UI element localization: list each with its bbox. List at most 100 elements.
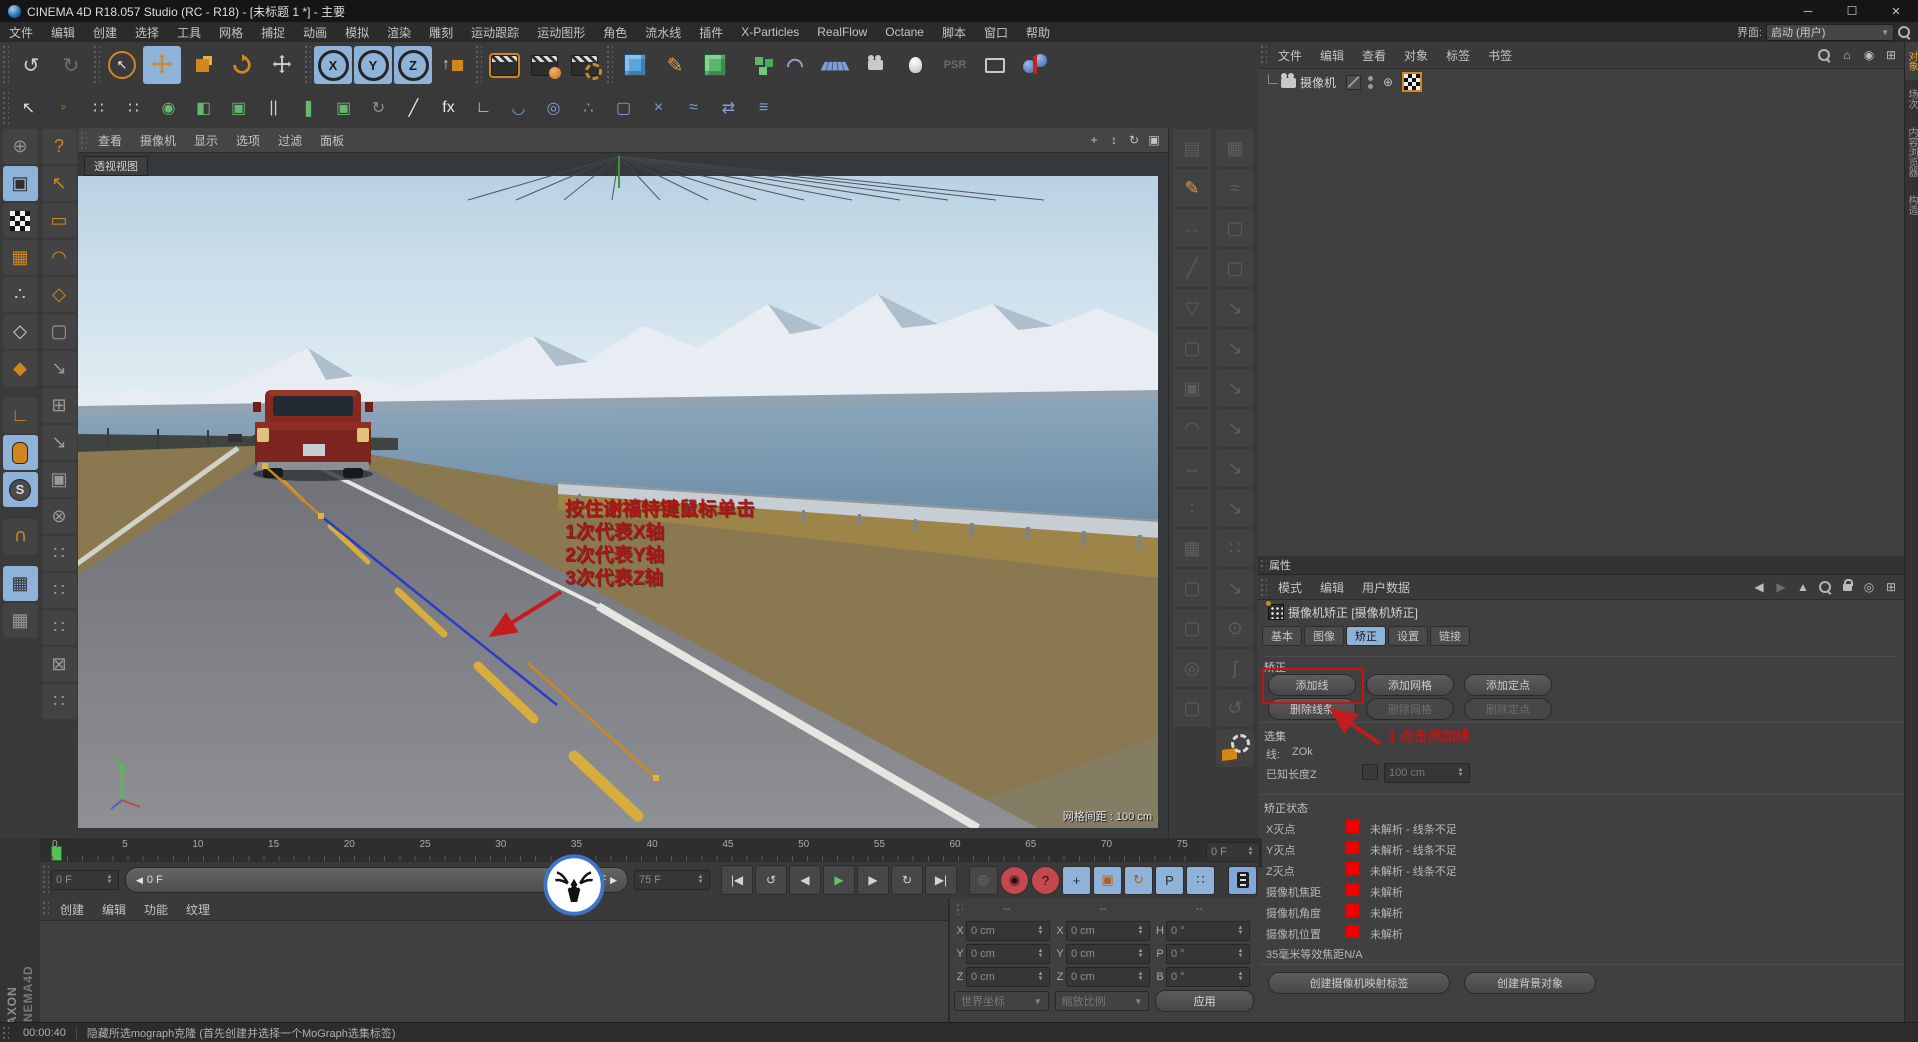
disabled-tool-icon[interactable]: ↘ bbox=[41, 425, 77, 460]
x-axis-lock-button[interactable]: X bbox=[314, 46, 352, 84]
material-menu-item[interactable]: 功能 bbox=[135, 901, 177, 918]
crosshair-icon[interactable]: ⊕ bbox=[1379, 73, 1397, 91]
add-cube-button[interactable] bbox=[616, 46, 654, 84]
texture-mode-icon[interactable] bbox=[2, 203, 38, 238]
disabled-tool-icon[interactable]: ◎ bbox=[1173, 649, 1211, 687]
y-axis-lock-button[interactable]: Y bbox=[354, 46, 392, 84]
palette-grip[interactable] bbox=[93, 45, 100, 85]
dot-sequence-icon[interactable]: ∷ bbox=[82, 92, 115, 125]
palette-grip[interactable] bbox=[475, 45, 482, 85]
coordinate-field[interactable]: 0 cm ▲ ▼ bbox=[1066, 944, 1150, 964]
subdivision-surface-button[interactable] bbox=[696, 46, 734, 84]
menu-item[interactable]: 脚本 bbox=[933, 24, 975, 41]
coordinate-field[interactable]: 0 ° ▲ ▼ bbox=[1166, 967, 1250, 987]
attributes-tab[interactable]: 图像 bbox=[1304, 626, 1344, 646]
known-length-checkbox[interactable] bbox=[1362, 764, 1378, 780]
bend-deformer-button[interactable]: ◠ bbox=[776, 46, 814, 84]
disabled-tool-icon[interactable]: ▤ bbox=[1173, 129, 1211, 167]
mode-icon[interactable] bbox=[3, 388, 38, 396]
disabled-tool-icon[interactable]: ▣ bbox=[1173, 369, 1211, 407]
frame-field[interactable]: 0 F ▲ ▼ bbox=[51, 870, 119, 890]
disabled-tool-icon[interactable]: ▦ bbox=[1216, 129, 1254, 167]
light-button[interactable] bbox=[896, 46, 934, 84]
known-length-field[interactable]: 100 cm ▲ ▼ bbox=[1384, 763, 1470, 783]
spinner-icon[interactable]: ▲ ▼ bbox=[105, 874, 114, 885]
disabled-tool-icon[interactable]: ↘ bbox=[1216, 289, 1254, 327]
dock-tab[interactable]: 构造 bbox=[1905, 186, 1918, 224]
python-icon[interactable]: ≈ bbox=[677, 92, 710, 125]
undo-button[interactable]: ↺ bbox=[12, 46, 50, 84]
menu-item[interactable]: 工具 bbox=[168, 24, 210, 41]
ring-icon[interactable]: ◎ bbox=[537, 92, 570, 125]
menu-item[interactable]: 窗口 bbox=[975, 24, 1017, 41]
spinner-icon[interactable]: ▲ ▼ bbox=[1246, 846, 1255, 857]
lock-icon[interactable] bbox=[1838, 578, 1856, 596]
disabled-tool-icon[interactable]: ∷ bbox=[41, 573, 77, 608]
disabled-tool-icon[interactable]: ⊙ bbox=[1216, 609, 1254, 647]
coordinate-field[interactable]: 0 cm ▲ ▼ bbox=[1066, 967, 1150, 987]
disabled-tool-icon[interactable]: ∶ bbox=[1173, 489, 1211, 527]
scale-tool-button[interactable] bbox=[183, 46, 221, 84]
disabled-tool-icon[interactable]: ▢ bbox=[1216, 209, 1254, 247]
object-manager-menu-item[interactable]: 编辑 bbox=[1311, 47, 1353, 64]
disabled-tool-icon[interactable]: ↘ bbox=[1216, 569, 1254, 607]
minimize-button[interactable]: ─ bbox=[1786, 0, 1830, 22]
polygon-selection-icon[interactable]: ◇ bbox=[41, 277, 77, 312]
scale-mode-select[interactable]: 缩放比例 ▼ bbox=[1054, 991, 1150, 1011]
key-pla-button[interactable]: ∷ bbox=[1186, 865, 1215, 895]
disabled-tool-icon[interactable]: ↘ bbox=[1216, 369, 1254, 407]
lasso-selection-icon[interactable]: ◠ bbox=[41, 240, 77, 275]
dock-tab[interactable]: 场次 bbox=[1905, 80, 1918, 118]
viewport-menu-item[interactable]: 摄像机 bbox=[131, 132, 185, 149]
disabled-tool-icon[interactable]: ▣ bbox=[41, 462, 77, 497]
spinner-icon[interactable]: ▲ ▼ bbox=[1456, 767, 1465, 778]
attributes-menu-item[interactable]: 用户数据 bbox=[1353, 579, 1419, 596]
mode-icon[interactable] bbox=[3, 556, 38, 564]
auto-switch-icon[interactable]: ◦ bbox=[47, 92, 80, 125]
delete-pin-button[interactable]: 删除定点 bbox=[1464, 698, 1552, 720]
menu-item[interactable]: 运动跟踪 bbox=[462, 24, 528, 41]
help-icon[interactable]: ? bbox=[41, 129, 77, 164]
render-view-button[interactable] bbox=[485, 46, 523, 84]
attributes-tab[interactable]: 设置 bbox=[1388, 626, 1428, 646]
last-tool-button[interactable] bbox=[263, 46, 301, 84]
display-tag-button[interactable] bbox=[976, 46, 1014, 84]
menu-item[interactable]: 选择 bbox=[126, 24, 168, 41]
palette-grip[interactable] bbox=[1260, 45, 1267, 65]
viewport-label[interactable]: 透视视图 bbox=[84, 156, 148, 176]
scatter-icon[interactable]: ∴ bbox=[572, 92, 605, 125]
menu-item[interactable]: 编辑 bbox=[42, 24, 84, 41]
disabled-tool-icon[interactable]: ▢ bbox=[1173, 329, 1211, 367]
play-mode-button[interactable]: ↻ bbox=[891, 865, 923, 895]
coordinate-field[interactable]: 0 ° ▲ ▼ bbox=[1166, 944, 1250, 964]
attributes-tab[interactable]: 基本 bbox=[1262, 626, 1302, 646]
disabled-tool-icon[interactable]: ∷ bbox=[1216, 529, 1254, 567]
palette-grip[interactable] bbox=[1260, 559, 1267, 571]
interactive-workplane-icon[interactable]: ▦ bbox=[2, 603, 38, 638]
array-button[interactable] bbox=[736, 46, 774, 84]
dock-tab[interactable]: 内容浏览器 bbox=[1905, 118, 1918, 186]
disabled-tool-icon[interactable]: ↔ bbox=[1173, 449, 1211, 487]
object-manager-menu-item[interactable]: 书签 bbox=[1479, 47, 1521, 64]
move-tool-button[interactable] bbox=[143, 46, 181, 84]
menu-item[interactable]: 模拟 bbox=[336, 24, 378, 41]
render-toggle-icon[interactable] bbox=[1346, 74, 1362, 90]
menu-item[interactable]: 捕捉 bbox=[252, 24, 294, 41]
spinner-icon[interactable]: ▲ ▼ bbox=[696, 874, 705, 885]
disabled-tool-icon[interactable]: ∷ bbox=[41, 610, 77, 645]
render-settings-button[interactable] bbox=[565, 46, 603, 84]
disabled-tool-icon[interactable]: ▢ bbox=[1173, 689, 1211, 727]
workplane-mode-icon[interactable]: ▦ bbox=[2, 240, 38, 275]
apply-button[interactable]: 应用 bbox=[1155, 990, 1254, 1012]
palette-grip[interactable] bbox=[42, 901, 49, 917]
palette-grip[interactable] bbox=[2, 91, 9, 125]
attributes-tab[interactable]: 链接 bbox=[1430, 626, 1470, 646]
viewport-menu-item[interactable]: 查看 bbox=[89, 132, 131, 149]
menu-item[interactable]: RealFlow bbox=[808, 25, 876, 39]
disabled-tool-icon[interactable]: ⊠ bbox=[41, 647, 77, 682]
knife-icon[interactable]: ╱ bbox=[397, 92, 430, 125]
create-background-object-button[interactable]: 创建背景对象 bbox=[1464, 972, 1596, 994]
loop-button[interactable]: ↺ bbox=[755, 865, 787, 895]
autokey-button[interactable]: ? bbox=[1031, 865, 1060, 895]
menu-item[interactable]: 渲染 bbox=[378, 24, 420, 41]
